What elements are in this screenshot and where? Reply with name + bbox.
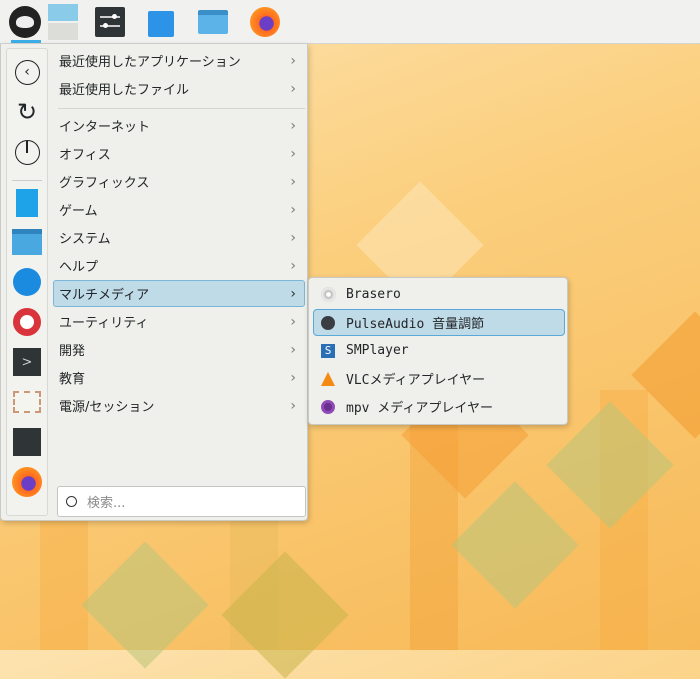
menu-item-label: インターネット [59, 120, 151, 135]
menu-item-recent-apps[interactable]: 最近使用したアプリケーション › [53, 47, 305, 74]
smplayer-icon: S [320, 343, 336, 359]
file-manager-icon [12, 229, 42, 255]
favorites-sidebar: ‹ ↻ > [6, 48, 48, 516]
back-button[interactable]: ‹ [12, 57, 42, 87]
audio-icon [320, 315, 336, 331]
file-manager-task[interactable] [195, 4, 231, 40]
chevron-right-icon: › [290, 341, 296, 358]
favorite-kmail[interactable] [12, 267, 42, 297]
favorite-file-manager[interactable] [12, 227, 42, 257]
disc-icon [320, 287, 336, 303]
menu-item-label: ゲーム [59, 204, 98, 219]
menu-item-help[interactable]: ヘルプ › [53, 252, 305, 279]
submenu-item-label: VLCメディアプレイヤー [346, 373, 486, 388]
kmail-icon [13, 268, 41, 296]
menu-item-label: 開発 [59, 344, 86, 359]
refresh-icon: ↻ [16, 98, 38, 126]
refresh-button[interactable]: ↻ [12, 97, 42, 127]
favorite-firefox[interactable] [12, 467, 42, 497]
submenu-item-brasero[interactable]: Brasero [313, 281, 565, 308]
favorite-settings[interactable] [12, 427, 42, 457]
firefox-icon [250, 7, 280, 37]
active-indicator [11, 40, 41, 43]
menu-item-games[interactable]: ゲーム › [53, 196, 305, 223]
menu-item-office[interactable]: オフィス › [53, 140, 305, 167]
chevron-right-icon: › [290, 201, 296, 218]
menu-item-label: ユーティリティ [59, 316, 149, 331]
submenu-item-smplayer[interactable]: S SMPlayer [313, 337, 565, 364]
firefox-icon [12, 467, 42, 497]
chevron-right-icon: › [290, 173, 296, 190]
favorite-mail[interactable] [12, 387, 42, 417]
chevron-right-icon: › [290, 145, 296, 162]
chevron-right-icon: › [290, 52, 296, 69]
firefox-task[interactable] [247, 4, 283, 40]
menu-item-label: ヘルプ [59, 260, 99, 275]
power-button[interactable] [12, 137, 42, 167]
menu-item-internet[interactable]: インターネット › [53, 112, 305, 139]
chevron-right-icon: › [290, 117, 296, 134]
power-icon [14, 139, 40, 165]
chevron-right-icon: › [290, 229, 296, 246]
chevron-right-icon: › [290, 369, 296, 386]
settings-icon [13, 428, 41, 456]
chevron-right-icon: › [290, 397, 296, 414]
settings-task[interactable] [92, 4, 128, 40]
search-placeholder: 検索... [87, 496, 126, 511]
menu-item-development[interactable]: 開発 › [53, 336, 305, 363]
menu-item-label: マルチメディア [59, 288, 150, 303]
menu-item-utilities[interactable]: ユーティリティ › [53, 308, 305, 335]
help-icon [13, 308, 41, 336]
mpv-icon [320, 399, 336, 415]
submenu-item-label: Brasero [346, 287, 401, 302]
application-menu: ‹ ↻ > 最近使用したアプリケーション › 最近使用したファイル › インターネッ… [0, 44, 308, 521]
chevron-right-icon: › [290, 80, 296, 97]
submenu-item-label: PulseAudio 音量調節 [346, 317, 485, 332]
menu-item-power-session[interactable]: 電源/セッション › [53, 392, 305, 419]
opensuse-icon [9, 6, 41, 38]
separator [58, 108, 305, 109]
search-input[interactable]: 検索... [57, 486, 306, 517]
mail-icon [13, 391, 41, 413]
favorite-help[interactable] [12, 307, 42, 337]
menu-item-education[interactable]: 教育 › [53, 364, 305, 391]
desktop-pager[interactable] [48, 4, 78, 40]
menu-item-label: 最近使用したファイル [59, 83, 190, 98]
discover-task[interactable] [143, 4, 179, 40]
menu-item-graphics[interactable]: グラフィックス › [53, 168, 305, 195]
writer-icon [16, 189, 38, 217]
menu-item-label: オフィス [59, 148, 111, 163]
menu-item-recent-files[interactable]: 最近使用したファイル › [53, 75, 305, 102]
multimedia-submenu: Brasero PulseAudio 音量調節 S SMPlayer VLCメディ… [308, 277, 568, 425]
application-launcher-button[interactable] [7, 4, 43, 40]
file-manager-icon [198, 10, 228, 34]
favorite-writer[interactable] [12, 188, 42, 218]
menu-item-label: グラフィックス [59, 176, 150, 191]
submenu-item-vlc[interactable]: VLCメディアプレイヤー [313, 365, 565, 392]
menu-item-label: 電源/セッション [59, 400, 155, 415]
chevron-right-icon: › [290, 257, 296, 274]
menu-item-multimedia[interactable]: マルチメディア › [53, 280, 305, 307]
vlc-icon [320, 371, 336, 387]
chevron-right-icon: › [290, 313, 296, 330]
submenu-item-label: SMPlayer [346, 343, 409, 358]
menu-item-label: 最近使用したアプリケーション [59, 55, 241, 70]
separator [12, 180, 42, 181]
back-icon: ‹ [14, 59, 40, 85]
submenu-item-label: mpv メディアプレイヤー [346, 401, 494, 416]
menu-item-system[interactable]: システム › [53, 224, 305, 251]
chevron-right-icon: › [290, 285, 296, 302]
terminal-icon: > [13, 348, 41, 376]
submenu-item-mpv[interactable]: mpv メディアプレイヤー [313, 393, 565, 420]
search-icon [66, 496, 77, 507]
menu-item-label: システム [59, 232, 111, 247]
submenu-item-pulseaudio[interactable]: PulseAudio 音量調節 [313, 309, 565, 336]
taskbar [0, 0, 700, 44]
settings-icon [95, 7, 125, 37]
favorite-terminal[interactable]: > [12, 347, 42, 377]
menu-item-label: 教育 [59, 372, 86, 387]
discover-icon [148, 11, 174, 37]
